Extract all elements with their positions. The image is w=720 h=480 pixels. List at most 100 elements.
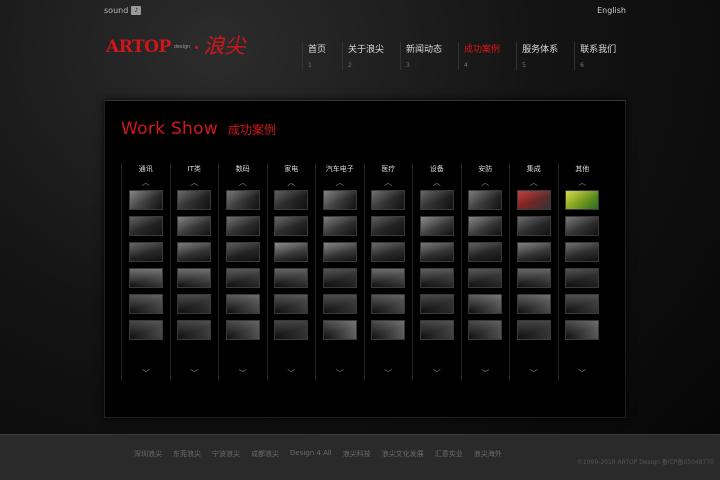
footer-link[interactable]: Design 4 All (290, 449, 332, 459)
artop-logo[interactable]: ARTOP design 浪尖 (106, 36, 245, 58)
nav-item-cases[interactable]: 成功案例 4 (458, 42, 500, 70)
scroll-up-arrow-icon[interactable]: ︿ (122, 176, 170, 190)
scroll-down-arrow-icon[interactable]: ﹀ (122, 367, 170, 381)
case-thumbnail[interactable] (371, 320, 406, 340)
case-thumbnail[interactable] (419, 268, 454, 288)
case-thumbnail[interactable] (565, 320, 600, 340)
case-thumbnail[interactable] (274, 242, 309, 262)
case-thumbnail[interactable] (128, 216, 163, 236)
case-thumbnail[interactable] (419, 216, 454, 236)
case-thumbnail[interactable] (371, 216, 406, 236)
case-thumbnail[interactable] (516, 320, 551, 340)
scroll-down-arrow-icon[interactable]: ﹀ (219, 367, 267, 381)
case-thumbnail[interactable] (565, 268, 600, 288)
scroll-up-arrow-icon[interactable]: ︿ (413, 176, 461, 190)
footer-link[interactable]: 浪尖科技 (343, 449, 371, 459)
case-thumbnail[interactable] (468, 294, 503, 314)
category-label[interactable]: 数码 (219, 164, 267, 176)
scroll-down-arrow-icon[interactable]: ﹀ (559, 367, 607, 381)
case-thumbnail[interactable] (419, 190, 454, 210)
case-thumbnail[interactable] (565, 294, 600, 314)
nav-item-about[interactable]: 关于浪尖 2 (342, 42, 384, 70)
footer-link[interactable]: 深圳浪尖 (134, 449, 162, 459)
category-label[interactable]: 家电 (268, 164, 316, 176)
scroll-down-arrow-icon[interactable]: ﹀ (413, 367, 461, 381)
case-thumbnail[interactable] (128, 320, 163, 340)
scroll-up-arrow-icon[interactable]: ︿ (171, 176, 219, 190)
scroll-down-arrow-icon[interactable]: ﹀ (171, 367, 219, 381)
case-thumbnail[interactable] (516, 242, 551, 262)
case-thumbnail[interactable] (225, 268, 260, 288)
scroll-up-arrow-icon[interactable]: ︿ (268, 176, 316, 190)
case-thumbnail[interactable] (274, 268, 309, 288)
case-thumbnail[interactable] (322, 294, 357, 314)
scroll-down-arrow-icon[interactable]: ﹀ (268, 367, 316, 381)
category-label[interactable]: IT类 (171, 164, 219, 176)
scroll-up-arrow-icon[interactable]: ︿ (510, 176, 558, 190)
scroll-up-arrow-icon[interactable]: ︿ (219, 176, 267, 190)
case-thumbnail[interactable] (371, 294, 406, 314)
case-thumbnail[interactable] (468, 190, 503, 210)
footer-link[interactable]: 宁波浪尖 (212, 449, 240, 459)
case-thumbnail[interactable] (322, 216, 357, 236)
case-thumbnail[interactable] (322, 268, 357, 288)
nav-item-services[interactable]: 服务体系 5 (516, 42, 558, 70)
case-thumbnail[interactable] (516, 190, 551, 210)
case-thumbnail[interactable] (177, 216, 212, 236)
case-thumbnail[interactable] (565, 242, 600, 262)
case-thumbnail[interactable] (322, 242, 357, 262)
case-thumbnail[interactable] (177, 190, 212, 210)
case-thumbnail[interactable] (419, 294, 454, 314)
case-thumbnail[interactable] (468, 320, 503, 340)
case-thumbnail[interactable] (371, 242, 406, 262)
footer-link[interactable]: 浪尖文化发展 (382, 449, 424, 459)
category-label[interactable]: 集成 (510, 164, 558, 176)
footer-link[interactable]: 汇意实业 (435, 449, 463, 459)
case-thumbnail[interactable] (128, 242, 163, 262)
case-thumbnail[interactable] (274, 320, 309, 340)
case-thumbnail[interactable] (565, 190, 600, 210)
case-thumbnail[interactable] (516, 216, 551, 236)
case-thumbnail[interactable] (322, 190, 357, 210)
scroll-up-arrow-icon[interactable]: ︿ (559, 176, 607, 190)
scroll-up-arrow-icon[interactable]: ︿ (365, 176, 413, 190)
case-thumbnail[interactable] (225, 242, 260, 262)
case-thumbnail[interactable] (177, 320, 212, 340)
case-thumbnail[interactable] (177, 268, 212, 288)
case-thumbnail[interactable] (274, 190, 309, 210)
case-thumbnail[interactable] (371, 190, 406, 210)
scroll-up-arrow-icon[interactable]: ︿ (462, 176, 510, 190)
case-thumbnail[interactable] (371, 268, 406, 288)
case-thumbnail[interactable] (225, 216, 260, 236)
case-thumbnail[interactable] (225, 294, 260, 314)
case-thumbnail[interactable] (322, 320, 357, 340)
case-thumbnail[interactable] (468, 268, 503, 288)
case-thumbnail[interactable] (177, 294, 212, 314)
nav-item-home[interactable]: 首页 1 (302, 42, 326, 70)
case-thumbnail[interactable] (177, 242, 212, 262)
case-thumbnail[interactable] (274, 294, 309, 314)
case-thumbnail[interactable] (419, 242, 454, 262)
scroll-down-arrow-icon[interactable]: ﹀ (462, 367, 510, 381)
footer-link[interactable]: 浪尖海外 (474, 449, 502, 459)
scroll-down-arrow-icon[interactable]: ﹀ (365, 367, 413, 381)
case-thumbnail[interactable] (468, 216, 503, 236)
category-label[interactable]: 其他 (559, 164, 607, 176)
case-thumbnail[interactable] (565, 216, 600, 236)
nav-item-contact[interactable]: 联系我们 6 (574, 42, 616, 70)
case-thumbnail[interactable] (225, 190, 260, 210)
scroll-up-arrow-icon[interactable]: ︿ (316, 176, 364, 190)
case-thumbnail[interactable] (128, 190, 163, 210)
case-thumbnail[interactable] (468, 242, 503, 262)
category-label[interactable]: 安防 (462, 164, 510, 176)
scroll-down-arrow-icon[interactable]: ﹀ (510, 367, 558, 381)
category-label[interactable]: 设备 (413, 164, 461, 176)
case-thumbnail[interactable] (516, 294, 551, 314)
category-label[interactable]: 通讯 (122, 164, 170, 176)
sound-toggle[interactable]: sound ♪ (104, 6, 142, 15)
case-thumbnail[interactable] (516, 268, 551, 288)
case-thumbnail[interactable] (274, 216, 309, 236)
footer-link[interactable]: 成都浪尖 (251, 449, 279, 459)
case-thumbnail[interactable] (128, 294, 163, 314)
speaker-icon[interactable]: ♪ (131, 6, 142, 15)
